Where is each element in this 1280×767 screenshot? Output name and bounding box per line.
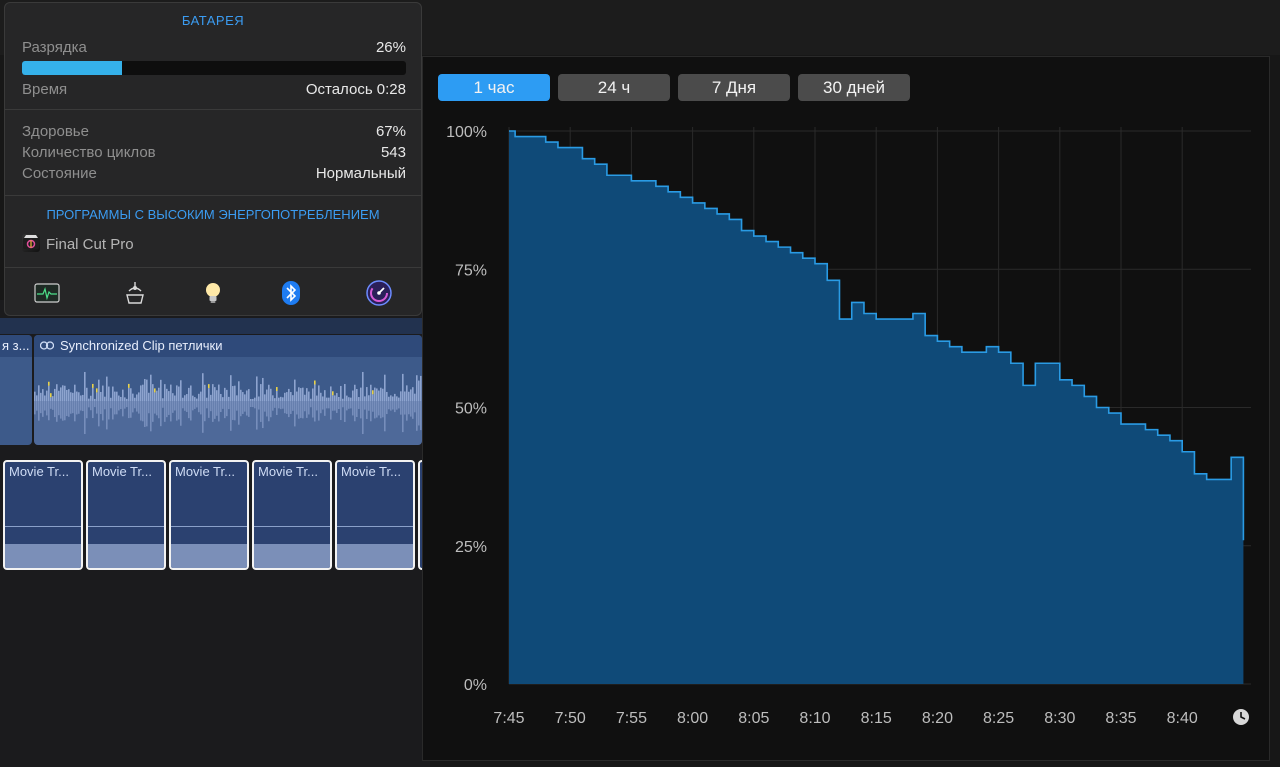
clip-audio-waveform — [171, 544, 247, 568]
clip-divider — [337, 526, 413, 527]
x-tick-label: 8:05 — [738, 710, 769, 727]
y-tick-label: 25% — [455, 539, 487, 556]
movie-track-row: Movie Tr... Movie Tr... Movie Tr... Movie T… — [0, 460, 432, 572]
time-row: Время Осталось 0:28 — [22, 81, 406, 101]
movie-clip-title: Movie Tr... — [92, 464, 152, 479]
x-tick-label: 8:20 — [922, 710, 953, 727]
popover-toolbar — [5, 267, 421, 317]
x-tick-label: 7:50 — [555, 710, 586, 727]
movie-clip-title: Movie Tr... — [341, 464, 401, 479]
health-row: Здоровье 67% — [22, 123, 406, 143]
x-tick-label: 7:55 — [616, 710, 647, 727]
istat-icon[interactable] — [365, 279, 393, 307]
divider — [5, 109, 421, 110]
clip-title: Synchronized Clip петлички — [60, 338, 223, 353]
x-tick-label: 8:10 — [799, 710, 830, 727]
cycles-value: 543 — [380, 144, 406, 161]
battery-level-bar — [22, 61, 406, 75]
movie-clip[interactable]: Movie Tr... — [335, 460, 415, 570]
time-value: Осталось 0:28 — [305, 81, 406, 98]
state-row: Состояние Нормальный — [22, 165, 406, 185]
high-energy-title: ПРОГРАММЫ С ВЫСОКИМ ЭНЕРГОПОТРЕБЛЕНИЕМ — [46, 207, 380, 222]
battery-history-window: 1 час 24 ч 7 Дня 30 дней 7:45 7:50 7:55 8:0… — [422, 56, 1270, 761]
divider — [5, 195, 421, 196]
y-tick-label: 0% — [464, 677, 487, 694]
bluetooth-icon[interactable] — [277, 279, 305, 307]
cycles-row: Количество циклов 543 — [22, 144, 406, 164]
y-tick-label: 100% — [446, 124, 487, 141]
x-tick-label: 8:00 — [677, 710, 708, 727]
audio-waveform — [34, 371, 422, 445]
movie-clip[interactable]: Movie Tr... — [252, 460, 332, 570]
lightbulb-icon[interactable] — [199, 279, 227, 307]
x-tick-label: 8:15 — [861, 710, 892, 727]
x-tick-label: 8:40 — [1167, 710, 1198, 727]
clip-audio-waveform — [337, 544, 413, 568]
movie-clip[interactable]: Movie Tr... — [169, 460, 249, 570]
clip-header: Synchronized Clip петлички — [34, 335, 422, 357]
time-label: Время — [22, 81, 68, 98]
app-list-item[interactable]: Final Cut Pro — [22, 234, 134, 253]
x-tick-label: 8:30 — [1044, 710, 1075, 727]
clip-divider — [88, 526, 164, 527]
synchronized-clip[interactable]: Synchronized Clip петлички — [34, 335, 422, 445]
clip-title: я з... — [0, 335, 32, 357]
state-label: Состояние — [22, 165, 97, 182]
app-name: Final Cut Pro — [46, 236, 134, 253]
clip-divider — [5, 526, 81, 527]
y-tick-label: 75% — [455, 262, 487, 279]
movie-clip-title: Movie Tr... — [9, 464, 69, 479]
popover-title: БАТАРЕЯ — [181, 13, 245, 28]
movie-clip[interactable]: Movie Tr... — [3, 460, 83, 570]
x-tick-label: 7:45 — [493, 710, 524, 727]
battery-history-chart: 7:45 7:50 7:55 8:00 8:05 8:10 8:15 8:20 8:25 8:30… — [446, 124, 1251, 727]
clip-audio-waveform — [5, 544, 81, 568]
movie-clip-title: Movie Tr... — [258, 464, 318, 479]
charge-value: 26% — [375, 39, 406, 56]
clip-audio-waveform — [88, 544, 164, 568]
state-value: Нормальный — [315, 165, 406, 182]
charge-label: Разрядка — [22, 39, 87, 56]
movie-clip-title: Movie Tr... — [175, 464, 235, 479]
clip-divider — [171, 526, 247, 527]
x-tick-label: 8:25 — [983, 710, 1014, 727]
clip-divider — [254, 526, 330, 527]
battery-popover: БАТАРЕЯ Разрядка 26% Время Осталось 0:28… — [4, 2, 422, 316]
y-tick-label: 50% — [455, 401, 487, 418]
battery-level-fill — [22, 61, 122, 75]
health-value: 67% — [375, 123, 406, 140]
health-label: Здоровье — [22, 123, 89, 140]
fcp-timeline: я з... Synchronized Clip петлички Movie … — [0, 300, 432, 767]
cycles-label: Количество циклов — [22, 144, 156, 161]
timeline-ruler — [0, 318, 422, 334]
network-icon[interactable] — [121, 279, 149, 307]
charge-row: Разрядка 26% — [22, 39, 406, 59]
x-tick-label: 8:35 — [1105, 710, 1136, 727]
movie-clip[interactable]: Movie Tr... — [86, 460, 166, 570]
link-icon — [40, 341, 54, 350]
partial-clip-left[interactable]: я з... — [0, 335, 32, 445]
final-cut-pro-icon — [22, 234, 40, 252]
activity-monitor-icon[interactable] — [33, 279, 61, 307]
clip-audio-waveform — [254, 544, 330, 568]
clock-icon[interactable] — [1233, 709, 1249, 725]
